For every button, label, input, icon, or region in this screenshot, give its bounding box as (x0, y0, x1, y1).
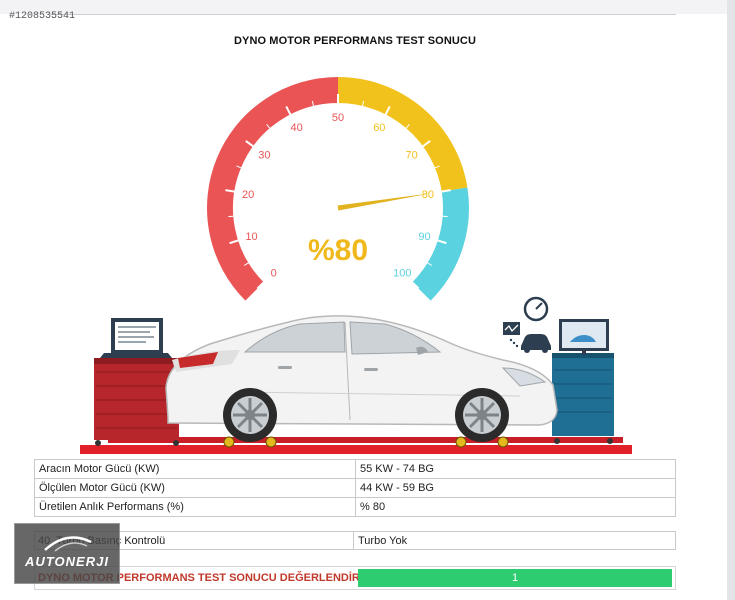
logo-mark (44, 536, 92, 552)
tool-cabinet-right (552, 353, 614, 444)
spec-value: 55 KW - 74 BG (355, 459, 676, 479)
page-edge (727, 0, 735, 600)
evaluation-row: DYNO MOTOR PERFORMANS TEST SONUCU DEĞERL… (34, 566, 676, 590)
gauge-tick-label: 30 (258, 150, 270, 162)
spec-label: Ölçülen Motor Gücü (KW) (34, 478, 356, 498)
table-row: Üretilen Anlık Performans (%) % 80 (34, 497, 676, 517)
gauge-tick-label: 90 (418, 231, 430, 243)
spec-value: 44 KW - 59 BG (355, 478, 676, 498)
spec-label: Aracın Motor Gücü (KW) (34, 459, 356, 479)
table-row: Aracın Motor Gücü (KW) 55 KW - 74 BG (34, 459, 676, 479)
spec-value: % 80 (355, 497, 676, 517)
gauge-tick-label: 40 (291, 122, 303, 134)
dyno-illustration: 0 10 20 30 40 50 60 70 80 90 100 %80 (80, 77, 632, 454)
gauge-band-mid (337, 77, 468, 192)
specs-table: Aracın Motor Gücü (KW) 55 KW - 74 BG Ölç… (34, 459, 676, 517)
car-icon (521, 334, 551, 353)
front-wheel (455, 388, 509, 442)
turbo-value: Turbo Yok (358, 535, 408, 547)
laptop-icon (100, 318, 172, 358)
gauge-tick-label: 80 (422, 189, 434, 201)
gauge-needle (337, 193, 432, 211)
dyno-rail (108, 437, 623, 443)
gauge-tick-label: 100 (393, 267, 411, 279)
gauge-tick-label: 0 (271, 267, 277, 279)
gauge-reading: %80 (308, 234, 368, 267)
autonerji-logo: AUTONERJI (14, 523, 120, 584)
spec-label: Üretilen Anlık Performans (%) (34, 497, 356, 517)
gauge-tick-label: 20 (242, 189, 254, 201)
gauge-tick-label: 70 (405, 150, 417, 162)
table-row: Ölçülen Motor Gücü (KW) 44 KW - 59 BG (34, 478, 676, 498)
turbo-divider (353, 532, 354, 549)
rear-wheel (223, 388, 277, 442)
dyno-platform (80, 445, 632, 454)
monitor-icon (559, 319, 609, 355)
speed-gauge: 0 10 20 30 40 50 60 70 80 90 100 %80 (207, 77, 469, 301)
gauge-tick-label: 50 (332, 112, 344, 124)
logo-text: AUTONERJI (25, 554, 109, 569)
diagnostic-screen-icon (503, 322, 520, 348)
evaluation-bar: 1 (358, 569, 672, 587)
turbo-row: 40. Turbo Basınç Kontrolü Turbo Yok (34, 531, 676, 550)
gauge-tick-label: 10 (245, 231, 257, 243)
speedometer-icon (523, 296, 549, 322)
gauge-tick-label: 60 (373, 122, 385, 134)
